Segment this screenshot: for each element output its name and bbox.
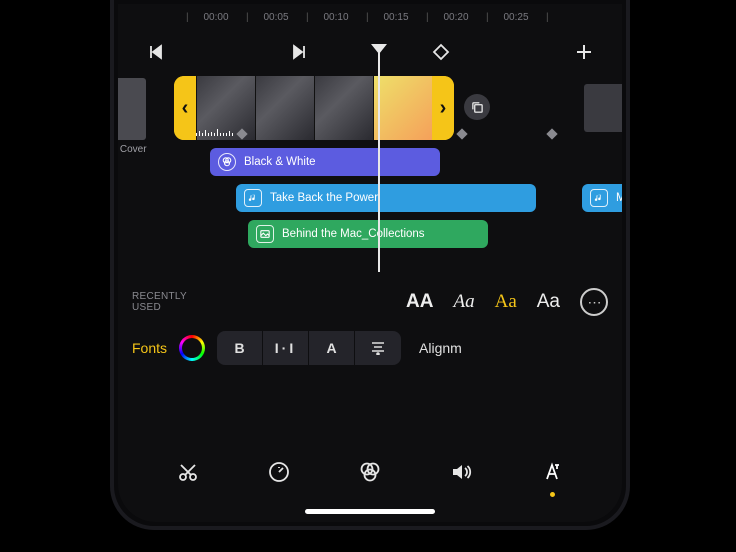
- video-track: ge Cover ‹ ›: [118, 74, 622, 142]
- ruler-tick-label: 00:00: [203, 12, 228, 23]
- recently-used-label: RECENTLY USED: [132, 291, 187, 313]
- keyframe-marker[interactable]: [546, 128, 557, 139]
- timeline-toolbar: [118, 30, 622, 74]
- color-picker-icon[interactable]: [179, 335, 205, 361]
- music-icon: [244, 189, 262, 207]
- alignment-tab-label[interactable]: Alignm: [419, 340, 462, 356]
- app-screen: 00:00 00:05 00:10 00:15 00:20 00:25 | | …: [118, 4, 622, 522]
- clip-thumbnail-prev[interactable]: [118, 78, 146, 140]
- fonts-panel: RECENTLY USED AA Aa Aa Aa ⋯ Fonts B I·I …: [118, 274, 622, 370]
- timeline-area[interactable]: ge Cover ‹ ›: [118, 74, 622, 274]
- home-indicator[interactable]: [305, 509, 435, 514]
- ruler-tick-label: 00:05: [263, 12, 288, 23]
- overlay-label: Behind the Mac_Collections: [282, 228, 425, 240]
- add-icon[interactable]: [570, 38, 598, 66]
- text-style-group: B I·I A: [217, 331, 401, 365]
- overlay-track: Behind the Mac_Collections: [118, 220, 622, 250]
- text-tab[interactable]: [535, 455, 569, 489]
- clip-waveform: [196, 126, 432, 136]
- image-icon: [256, 225, 274, 243]
- audio-clip[interactable]: Take Back the Power: [236, 184, 536, 212]
- audio-clip[interactable]: M: [582, 184, 622, 212]
- audio-track: Take Back the Power M: [118, 184, 622, 214]
- audio-label: M: [616, 192, 622, 204]
- font-sample-active[interactable]: Aa: [495, 291, 517, 313]
- ruler-tick-label: 00:10: [323, 12, 348, 23]
- phone-frame: 00:00 00:05 00:10 00:15 00:20 00:25 | | …: [110, 0, 630, 530]
- font-sample[interactable]: Aa: [453, 291, 474, 313]
- effect-clip[interactable]: Black & White: [210, 148, 440, 176]
- bottom-tab-bar: [118, 446, 622, 498]
- font-controls-row: Fonts B I·I A Alignm: [132, 326, 608, 370]
- effect-label: Black & White: [244, 156, 316, 168]
- cut-tab[interactable]: [171, 455, 205, 489]
- skip-start-icon[interactable]: [142, 38, 170, 66]
- ruler-tick-label: 00:20: [443, 12, 468, 23]
- trim-handle-right[interactable]: ›: [432, 76, 454, 140]
- ruler-tick-label: 00:15: [383, 12, 408, 23]
- fonts-tab-label[interactable]: Fonts: [132, 340, 167, 356]
- duplicate-icon[interactable]: [464, 94, 490, 120]
- filters-icon: [218, 153, 236, 171]
- font-sample[interactable]: AA: [406, 291, 433, 313]
- font-preset-row: RECENTLY USED AA Aa Aa Aa ⋯: [132, 282, 608, 322]
- ruler-tick-label: 00:25: [503, 12, 528, 23]
- overlay-clip[interactable]: Behind the Mac_Collections: [248, 220, 488, 248]
- more-fonts-icon[interactable]: ⋯: [580, 288, 608, 316]
- caps-button[interactable]: A: [309, 331, 355, 365]
- audio-label: Take Back the Power: [270, 192, 378, 204]
- selected-clip[interactable]: ‹ ›: [174, 76, 454, 140]
- trim-handle-left[interactable]: ‹: [174, 76, 196, 140]
- music-icon: [590, 189, 608, 207]
- filters-tab[interactable]: [353, 455, 387, 489]
- skip-end-icon[interactable]: [285, 38, 313, 66]
- spacing-button[interactable]: I·I: [263, 331, 309, 365]
- effect-track: Black & White: [118, 148, 622, 178]
- bold-button[interactable]: B: [217, 331, 263, 365]
- align-lines-icon[interactable]: [355, 331, 401, 365]
- clip-thumbnail-next[interactable]: [584, 84, 622, 132]
- keyframe-icon[interactable]: [427, 38, 455, 66]
- time-ruler[interactable]: 00:00 00:05 00:10 00:15 00:20 00:25 | | …: [118, 4, 622, 30]
- speed-tab[interactable]: [262, 455, 296, 489]
- volume-tab[interactable]: [444, 455, 478, 489]
- keyframe-marker[interactable]: [456, 128, 467, 139]
- font-sample[interactable]: Aa: [537, 291, 560, 313]
